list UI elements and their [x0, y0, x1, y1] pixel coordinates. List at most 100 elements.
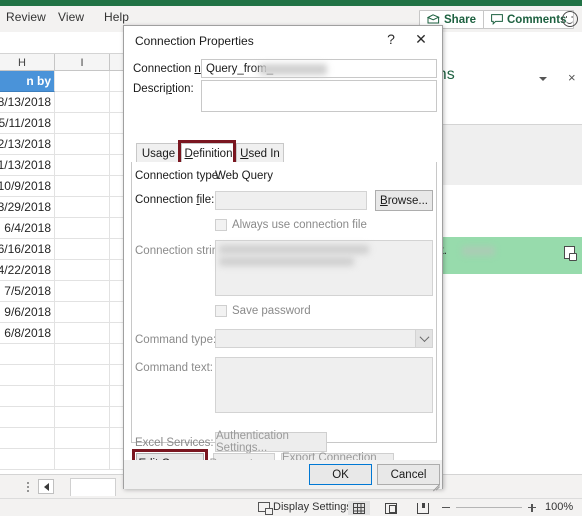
dialog-title-bar: Connection Properties ? ✕ — [124, 26, 442, 55]
dialog-title: Connection Properties — [135, 34, 254, 48]
sheet-nav-previous-button[interactable] — [38, 479, 54, 494]
list-item[interactable]: ft. — [437, 237, 582, 274]
connection-file-input[interactable] — [215, 191, 367, 210]
tab-definition[interactable]: Definition — [181, 143, 236, 164]
ok-button[interactable]: OK — [309, 464, 372, 485]
command-type-select[interactable] — [215, 329, 433, 348]
grid-cell[interactable]: 7/5/2018 — [0, 281, 55, 302]
display-settings-button[interactable]: Display Settings — [258, 501, 352, 515]
definition-tab-panel: Connection type: Web Query Connection fi… — [131, 162, 437, 454]
redacted-text — [219, 257, 354, 266]
grid-cell[interactable] — [0, 344, 55, 365]
close-icon[interactable]: × — [568, 71, 576, 84]
grid-cell[interactable] — [0, 449, 55, 470]
grid-cell[interactable] — [55, 365, 110, 386]
grid-cell[interactable]: 8/13/2018 — [0, 92, 55, 113]
tab-usage[interactable]: Usage — [136, 143, 181, 164]
grid-cell[interactable] — [55, 176, 110, 197]
grid-cell[interactable] — [55, 407, 110, 428]
comment-bubble-icon — [491, 14, 503, 25]
grid-cell[interactable]: 3/29/2018 — [0, 197, 55, 218]
always-use-connection-file-label: Always use connection file — [232, 219, 367, 231]
grid-cell[interactable]: 4/22/2018 — [0, 260, 55, 281]
grid-cell[interactable] — [0, 407, 55, 428]
view-page-layout-button[interactable] — [380, 501, 402, 515]
chevron-down-icon[interactable] — [415, 330, 432, 347]
comments-label: Comments — [507, 13, 567, 26]
comments-button[interactable]: Comments — [483, 10, 575, 29]
ribbon-tab-view[interactable]: View — [58, 10, 84, 24]
connection-string-input[interactable] — [215, 240, 433, 296]
authentication-settings-button[interactable]: Authentication Settings... — [215, 430, 327, 454]
chevron-down-icon[interactable] — [539, 77, 547, 81]
grid-cell[interactable]: 5/11/2018 — [0, 113, 55, 134]
status-bar: Display Settings 100% — [0, 498, 582, 516]
zoom-slider[interactable] — [456, 507, 522, 509]
grid-cell[interactable] — [55, 134, 110, 155]
grid-cell[interactable] — [55, 302, 110, 323]
grid-cell[interactable]: 11/13/2018 — [0, 155, 55, 176]
zoom-out-button[interactable] — [442, 507, 450, 509]
connection-name-input[interactable]: Query_from_ — [201, 59, 437, 78]
grid-cell-header[interactable]: n by — [0, 71, 55, 92]
grid-cell[interactable] — [55, 344, 110, 365]
command-text-input[interactable] — [215, 357, 433, 413]
grid-view-icon — [353, 502, 365, 514]
ribbon-tab-help[interactable]: Help — [104, 10, 129, 24]
grid-cell[interactable] — [55, 113, 110, 134]
description-input[interactable] — [201, 80, 437, 112]
grid-cell[interactable] — [55, 155, 110, 176]
grid-cell[interactable]: 6/8/2018 — [0, 323, 55, 344]
save-password-checkbox[interactable] — [215, 305, 227, 317]
browse-button[interactable]: Browse... — [375, 190, 433, 211]
grid-cell[interactable] — [55, 260, 110, 281]
command-text-label: Command text: — [135, 362, 213, 374]
grid-cell[interactable] — [55, 449, 110, 470]
grid-cell[interactable]: 9/6/2018 — [0, 302, 55, 323]
display-settings-icon — [258, 502, 273, 515]
grid-cell[interactable]: 10/9/2018 — [0, 176, 55, 197]
redacted-text — [219, 245, 369, 254]
grid-cell[interactable]: 12/13/2018 — [0, 134, 55, 155]
feedback-smiley-icon[interactable] — [562, 11, 578, 27]
grid-cell[interactable] — [55, 92, 110, 113]
grid-cell[interactable] — [55, 281, 110, 302]
grid-cell[interactable] — [55, 218, 110, 239]
sheet-tab[interactable] — [70, 478, 116, 496]
connection-type-label: Connection type: — [135, 170, 222, 182]
zoom-in-button[interactable] — [528, 502, 536, 514]
grid-cell[interactable] — [55, 323, 110, 344]
column-header-h[interactable]: H — [0, 54, 55, 71]
grid-cell[interactable]: 6/16/2018 — [0, 239, 55, 260]
always-use-connection-file-checkbox[interactable] — [215, 219, 227, 231]
close-icon[interactable]: ✕ — [412, 31, 430, 48]
grid-cell[interactable]: 6/4/2018 — [0, 218, 55, 239]
help-icon[interactable]: ? — [383, 31, 399, 47]
grid-cell[interactable] — [55, 71, 110, 92]
sheet-resize-handle[interactable] — [27, 482, 29, 484]
app-window: Review View Help Share Comments H I J n — [0, 0, 582, 516]
resize-grip[interactable] — [430, 477, 440, 487]
grid-cell[interactable] — [0, 365, 55, 386]
grid-cell[interactable] — [55, 386, 110, 407]
view-normal-button[interactable] — [348, 501, 370, 515]
grid-cell[interactable] — [55, 428, 110, 449]
tab-used-in[interactable]: Used In — [236, 143, 284, 164]
redacted-text — [462, 246, 495, 256]
grid-cell[interactable] — [55, 239, 110, 260]
dialog-body: Connection name: Query_from_ Description… — [124, 55, 442, 478]
zoom-percentage[interactable]: 100% — [545, 501, 573, 513]
connection-file-label: Connection file: — [135, 194, 215, 206]
description-label: Description: — [133, 83, 194, 95]
page-layout-icon — [385, 502, 397, 514]
share-icon — [427, 14, 440, 24]
grid-cell[interactable] — [0, 428, 55, 449]
grid-cell[interactable] — [0, 386, 55, 407]
share-label: Share — [444, 13, 476, 26]
ribbon-tab-review[interactable]: Review — [6, 10, 46, 24]
dialog-tab-bar: Usage Definition Used In — [131, 141, 437, 164]
view-page-break-button[interactable] — [412, 501, 434, 515]
dialog-footer: OK Cancel — [124, 460, 442, 489]
grid-cell[interactable] — [55, 197, 110, 218]
column-header-i[interactable]: I — [55, 54, 110, 71]
